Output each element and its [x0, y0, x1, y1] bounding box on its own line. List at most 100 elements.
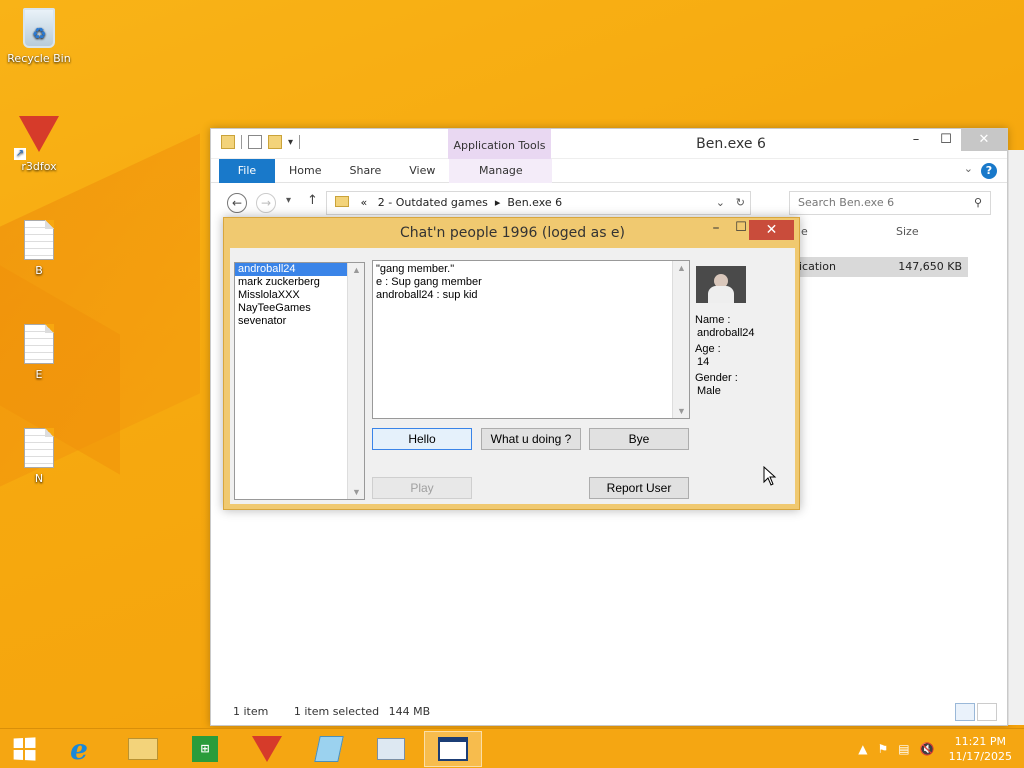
message-log-scrollbar[interactable]: ▲ ▼ — [672, 261, 689, 418]
user-list-item[interactable]: NayTeeGames — [235, 302, 347, 315]
profile-age-label: Age : — [695, 343, 721, 355]
tab-manage[interactable]: Manage — [449, 158, 553, 183]
search-input[interactable]: Search Ben.exe 6 ⚲ — [789, 191, 991, 215]
user-list-scrollbar[interactable]: ▲ ▼ — [347, 263, 364, 499]
user-list[interactable]: androball24 mark zuckerberg MisslolaXXX … — [234, 262, 365, 500]
file-size: 147,650 KB — [898, 260, 962, 273]
desktop-icon-label: Recycle Bin — [7, 52, 71, 65]
maximize-button[interactable]: ☐ — [931, 129, 961, 151]
task-manager-icon — [377, 738, 405, 760]
new-folder-icon[interactable] — [268, 135, 282, 149]
desktop-icon-n[interactable]: N — [4, 428, 74, 485]
scroll-up-icon[interactable]: ▲ — [348, 265, 365, 275]
hello-button[interactable]: Hello — [372, 428, 472, 450]
message-line: androball24 : sup kid — [376, 289, 478, 301]
user-list-item[interactable]: mark zuckerberg — [235, 276, 347, 289]
clock[interactable]: 11:21 PM 11/17/2025 — [949, 734, 1012, 764]
desktop-icon-r3dfox[interactable]: r3dfox — [4, 116, 74, 173]
forward-button[interactable]: → — [256, 193, 276, 213]
report-user-button[interactable]: Report User — [589, 477, 689, 499]
selected-count: 1 item selected — [293, 705, 380, 718]
volume-muted-icon[interactable]: 🔇 — [920, 742, 935, 756]
show-hidden-icons-icon[interactable]: ▲ — [858, 742, 867, 756]
desktop-icon-label: N — [34, 472, 44, 485]
tab-file[interactable]: File — [219, 158, 275, 183]
play-button[interactable]: Play — [372, 477, 472, 499]
desktop-icon-e[interactable]: E — [4, 324, 74, 381]
minimize-button[interactable]: – — [704, 220, 728, 236]
address-bar[interactable]: « 2 - Outdated games ▸ Ben.exe 6 ⌄ ↻ — [326, 191, 751, 215]
tab-share[interactable]: Share — [335, 159, 395, 183]
refresh-icon[interactable]: ↻ — [736, 192, 745, 214]
tab-home[interactable]: Home — [275, 159, 335, 183]
scroll-up-icon[interactable]: ▲ — [673, 263, 690, 273]
desktop-icon-b[interactable]: B — [4, 220, 74, 277]
chat-titlebar[interactable]: Chat'n people 1996 (loged as e) – ☐ ✕ — [224, 218, 799, 246]
explorer-scrollbar[interactable] — [1008, 150, 1024, 725]
up-arrow-icon[interactable]: ↑ — [307, 193, 318, 208]
navigation-bar: ← → ▾ ↑ « 2 - Outdated games ▸ Ben.exe 6… — [211, 183, 1007, 221]
column-header-size[interactable]: Size — [896, 225, 919, 238]
message-line: e : Sup gang member — [376, 276, 482, 288]
scroll-down-icon[interactable]: ▼ — [348, 487, 365, 497]
avatar — [696, 266, 746, 303]
close-button[interactable]: ✕ — [749, 220, 794, 240]
toolbar-separator — [241, 135, 242, 149]
bye-button[interactable]: Bye — [589, 428, 689, 450]
desktop-icon-recycle-bin[interactable]: Recycle Bin — [4, 8, 74, 65]
large-icons-view-icon[interactable] — [977, 703, 997, 721]
what-u-doing-button[interactable]: What u doing ? — [481, 428, 581, 450]
explorer-titlebar[interactable]: ▾ Application Tools Ben.exe 6 – ☐ ✕ — [211, 129, 1007, 159]
mouse-cursor-icon — [763, 466, 777, 486]
toolbar-separator — [299, 135, 301, 149]
expand-ribbon-chevron-icon[interactable]: ⌄ — [964, 162, 973, 175]
folder-icon[interactable] — [221, 135, 235, 149]
customize-chevron-icon[interactable]: ▾ — [288, 137, 293, 148]
action-center-flag-icon[interactable]: ⚑ — [878, 742, 889, 756]
recent-locations-chevron-icon[interactable]: ▾ — [286, 195, 291, 206]
breadcrumb-item[interactable]: Ben.exe 6 — [507, 196, 562, 209]
message-line: "gang member." — [376, 263, 455, 275]
folder-icon — [335, 196, 349, 207]
help-icon[interactable]: ? — [981, 163, 997, 179]
address-overflow[interactable]: « — [361, 196, 368, 209]
desktop-icon-label: r3dfox — [21, 160, 57, 173]
scroll-down-icon[interactable]: ▼ — [673, 406, 690, 416]
taskbar-r3dfox[interactable] — [238, 731, 296, 767]
user-list-item[interactable]: androball24 — [235, 263, 347, 276]
taskbar-chat-app[interactable] — [424, 731, 482, 767]
taskbar-file-explorer[interactable] — [114, 731, 172, 767]
minimize-button[interactable]: – — [901, 129, 931, 151]
clock-date: 11/17/2025 — [948, 750, 1012, 763]
details-view-icon[interactable] — [955, 703, 975, 721]
taskbar-store[interactable]: ⊞ — [176, 731, 234, 767]
close-button[interactable]: ✕ — [961, 129, 1007, 151]
contextual-tab-group: Application Tools — [448, 129, 551, 159]
column-header-partial[interactable]: e — [801, 225, 808, 238]
user-list-item[interactable]: sevenator — [235, 315, 347, 328]
search-icon[interactable]: ⚲ — [974, 192, 982, 214]
taskbar-internet-explorer[interactable]: e — [50, 731, 108, 767]
notepad-icon — [314, 736, 344, 762]
taskbar-notepad[interactable] — [300, 731, 358, 767]
ribbon-tabs: File Home Share View Manage ⌄ ? — [211, 158, 1007, 183]
start-button[interactable] — [0, 731, 48, 767]
file-row[interactable]: ication 147,650 KB — [791, 257, 968, 277]
internet-explorer-icon: e — [70, 732, 88, 766]
address-dropdown-icon[interactable]: ⌄ — [716, 192, 725, 214]
properties-icon[interactable] — [248, 135, 262, 149]
quick-access-toolbar: ▾ — [221, 135, 301, 149]
message-log[interactable]: "gang member." e : Sup gang member andro… — [372, 260, 690, 419]
breadcrumb-separator[interactable]: ▸ — [495, 196, 501, 209]
item-count: 1 item — [233, 705, 269, 718]
window-title: Ben.exe 6 — [696, 136, 766, 152]
taskbar-task-manager[interactable] — [362, 731, 420, 767]
search-placeholder: Search Ben.exe 6 — [798, 196, 895, 209]
tab-view[interactable]: View — [395, 159, 449, 183]
profile-age: 14 — [697, 356, 710, 368]
user-list-item[interactable]: MisslolaXXX — [235, 289, 347, 302]
window-controls: – ☐ ✕ — [901, 129, 1007, 151]
back-button[interactable]: ← — [227, 193, 247, 213]
network-icon[interactable]: ▤ — [898, 742, 909, 756]
breadcrumb-item[interactable]: 2 - Outdated games — [378, 196, 488, 209]
